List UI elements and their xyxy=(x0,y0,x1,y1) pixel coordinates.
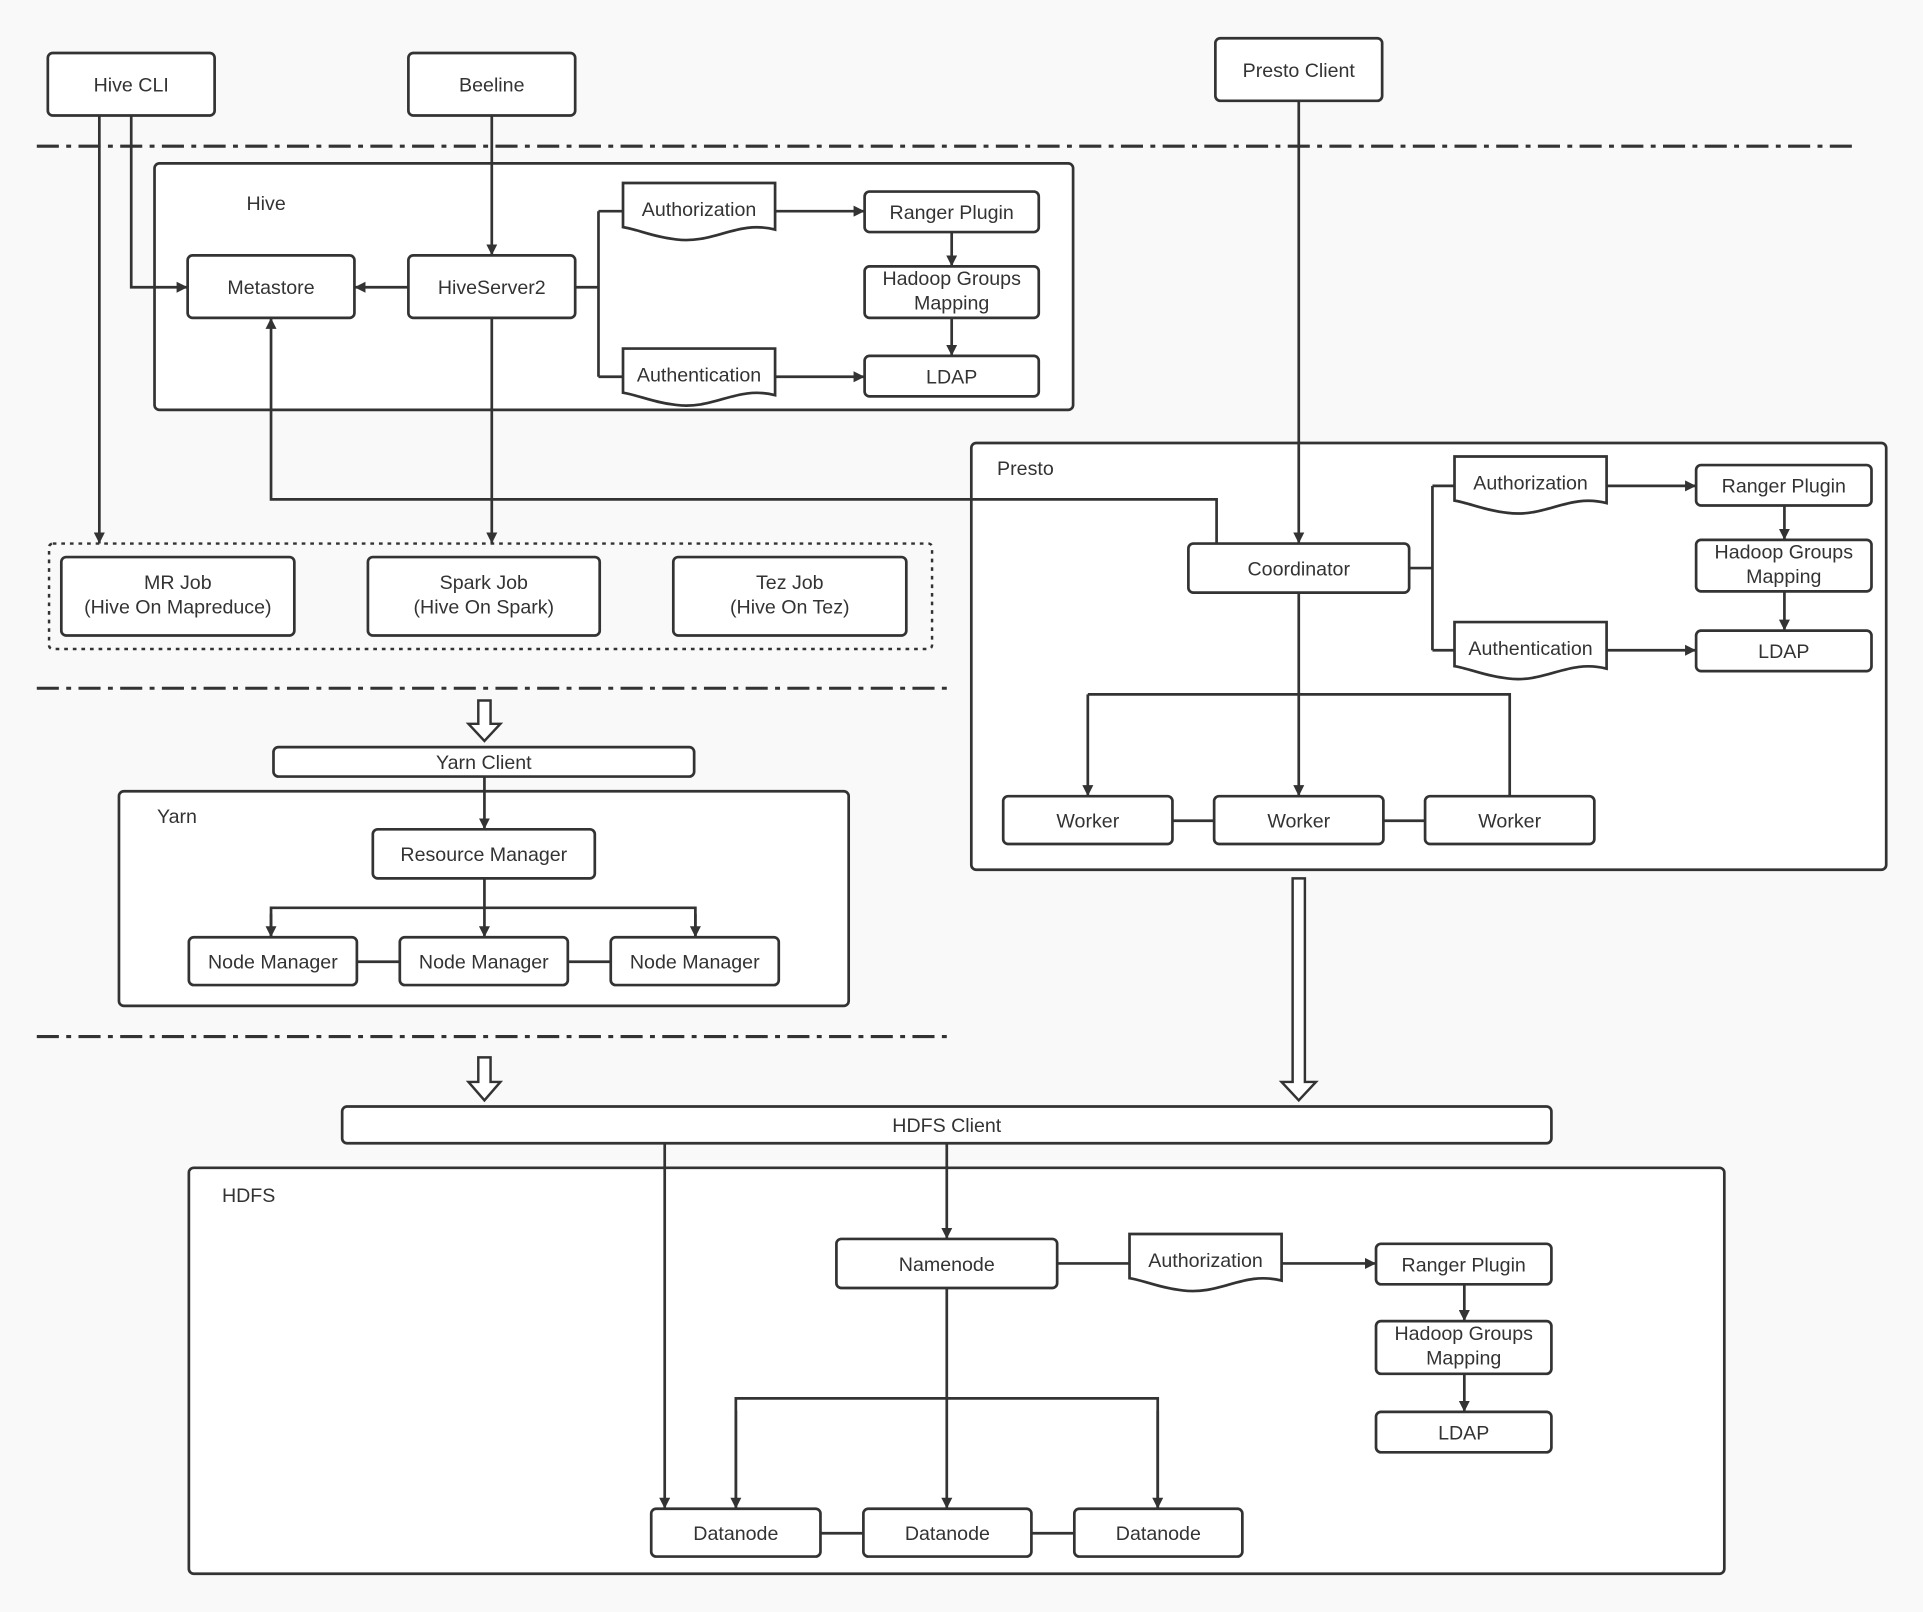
resource-manager-node-label: Resource Manager xyxy=(400,844,567,866)
hdfs-hadoop-groups-node: Hadoop Groups Mapping xyxy=(1374,1319,1553,1376)
metastore-node-label: Metastore xyxy=(227,277,314,299)
node-manager-1-label: Node Manager xyxy=(208,951,338,973)
hdfs-ranger-plugin-node: Ranger Plugin xyxy=(1374,1242,1553,1286)
mr-job-node-label: (Hive On Mapreduce) xyxy=(84,596,271,618)
hive-ranger-plugin-node: Ranger Plugin xyxy=(863,190,1041,234)
hdfs-ldap-node-label: LDAP xyxy=(1438,1422,1489,1444)
hdfs-ranger-plugin-node-label: Ranger Plugin xyxy=(1402,1254,1526,1276)
presto-ldap-node: LDAP xyxy=(1694,629,1873,673)
namenode-node-label: Namenode xyxy=(899,1254,995,1276)
coordinator-node-label: Coordinator xyxy=(1248,558,1351,580)
presto-client-node: Presto Client xyxy=(1214,36,1384,103)
hiveserver2-node: HiveServer2 xyxy=(407,253,577,320)
metastore-node: Metastore xyxy=(186,253,356,320)
yarn-client-node-label: Yarn Client xyxy=(436,752,532,774)
yarn-client-node: Yarn Client xyxy=(272,745,696,778)
hive-label: Hive xyxy=(247,193,286,215)
datanode-3: Datanode xyxy=(1072,1507,1244,1558)
presto-authorization-doc-label: Authorization xyxy=(1473,473,1587,495)
tez-job-node-label: (Hive On Tez) xyxy=(730,596,850,618)
hdfs-hadoop-groups-node-label: Mapping xyxy=(1426,1348,1501,1370)
mr-job-node: MR Job(Hive On Mapreduce) xyxy=(59,555,296,637)
spark-job-node: Spark Job(Hive On Spark) xyxy=(366,555,602,637)
presto-hadoop-groups-node-label: Mapping xyxy=(1746,566,1821,588)
presto-hadoop-groups-node: Hadoop Groups Mapping xyxy=(1694,538,1873,593)
worker-1-label: Worker xyxy=(1056,810,1119,832)
beeline-node: Beeline xyxy=(407,51,577,117)
datanode-2-label: Datanode xyxy=(905,1523,990,1545)
flow-arrow-icon xyxy=(1278,877,1319,1103)
hdfs-hadoop-groups-node-label: Hadoop Groups xyxy=(1394,1323,1533,1345)
presto-hadoop-groups-node-label: Hadoop Groups xyxy=(1715,541,1854,563)
beeline-node-label: Beeline xyxy=(459,75,525,97)
hive-cli-node-label: Hive CLI xyxy=(94,75,169,97)
node-manager-1: Node Manager xyxy=(187,935,359,987)
architecture-diagram: Hive Presto Yarn HDFS Hive CLI BeelinePr… xyxy=(36,36,1888,1576)
node-manager-3: Node Manager xyxy=(609,935,781,987)
node-manager-2: Node Manager xyxy=(398,935,570,987)
worker-1: Worker xyxy=(1001,794,1174,846)
hdfs-ldap-node: LDAP xyxy=(1374,1410,1553,1454)
hdfs-client-node: HDFS Client xyxy=(340,1105,1553,1145)
worker-2: Worker xyxy=(1212,794,1385,846)
presto-ranger-plugin-node: Ranger Plugin xyxy=(1694,463,1873,507)
node-manager-2-label: Node Manager xyxy=(419,951,549,973)
presto-ranger-plugin-node-label: Ranger Plugin xyxy=(1722,476,1846,498)
presto-ldap-node-label: LDAP xyxy=(1758,641,1809,663)
spark-job-node-label: (Hive On Spark) xyxy=(414,596,555,618)
hdfs-client-node-label: HDFS Client xyxy=(892,1115,1002,1137)
tez-job-node-label: Tez Job xyxy=(756,572,824,594)
coordinator-node: Coordinator xyxy=(1187,542,1411,594)
node-manager-3-label: Node Manager xyxy=(630,951,760,973)
datanode-2: Datanode xyxy=(862,1507,1033,1558)
hive-ldap-node-label: LDAP xyxy=(926,367,977,389)
worker-3-label: Worker xyxy=(1478,810,1541,832)
tez-job-node: Tez Job(Hive On Tez) xyxy=(671,555,908,637)
flow-arrow-icon xyxy=(465,699,504,743)
hive-hadoop-groups-node-label: Mapping xyxy=(914,292,989,314)
datanode-1: Datanode xyxy=(649,1507,822,1558)
datanode-3-label: Datanode xyxy=(1116,1523,1201,1545)
hive-authorization-doc-label: Authorization xyxy=(642,199,756,221)
yarn-label: Yarn xyxy=(157,806,197,828)
presto-client-node-label: Presto Client xyxy=(1243,60,1356,82)
worker-2-label: Worker xyxy=(1267,810,1330,832)
presto-label: Presto xyxy=(997,458,1054,480)
hive-ldap-node: LDAP xyxy=(863,354,1041,398)
hive-hadoop-groups-node-label: Hadoop Groups xyxy=(882,268,1021,290)
mr-job-node-label: MR Job xyxy=(144,572,212,594)
hive-ranger-plugin-node-label: Ranger Plugin xyxy=(890,202,1014,224)
hive-cli-node: Hive CLI xyxy=(46,51,216,117)
presto-authentication-doc-label: Authentication xyxy=(1468,638,1592,660)
hiveserver2-node-label: HiveServer2 xyxy=(438,277,546,299)
hive-authentication-doc-label: Authentication xyxy=(637,365,761,387)
spark-job-node-label: Spark Job xyxy=(440,572,528,594)
worker-3: Worker xyxy=(1423,794,1596,846)
flow-arrow-icon xyxy=(465,1056,504,1103)
hdfs-authorization-doc-label: Authorization xyxy=(1148,1250,1262,1272)
resource-manager-node: Resource Manager xyxy=(371,827,597,880)
hdfs-label: HDFS xyxy=(222,1185,275,1207)
hive-hadoop-groups-node: Hadoop GroupsMapping xyxy=(863,265,1041,320)
datanode-1-label: Datanode xyxy=(693,1523,778,1545)
namenode-node: Namenode xyxy=(835,1237,1059,1290)
